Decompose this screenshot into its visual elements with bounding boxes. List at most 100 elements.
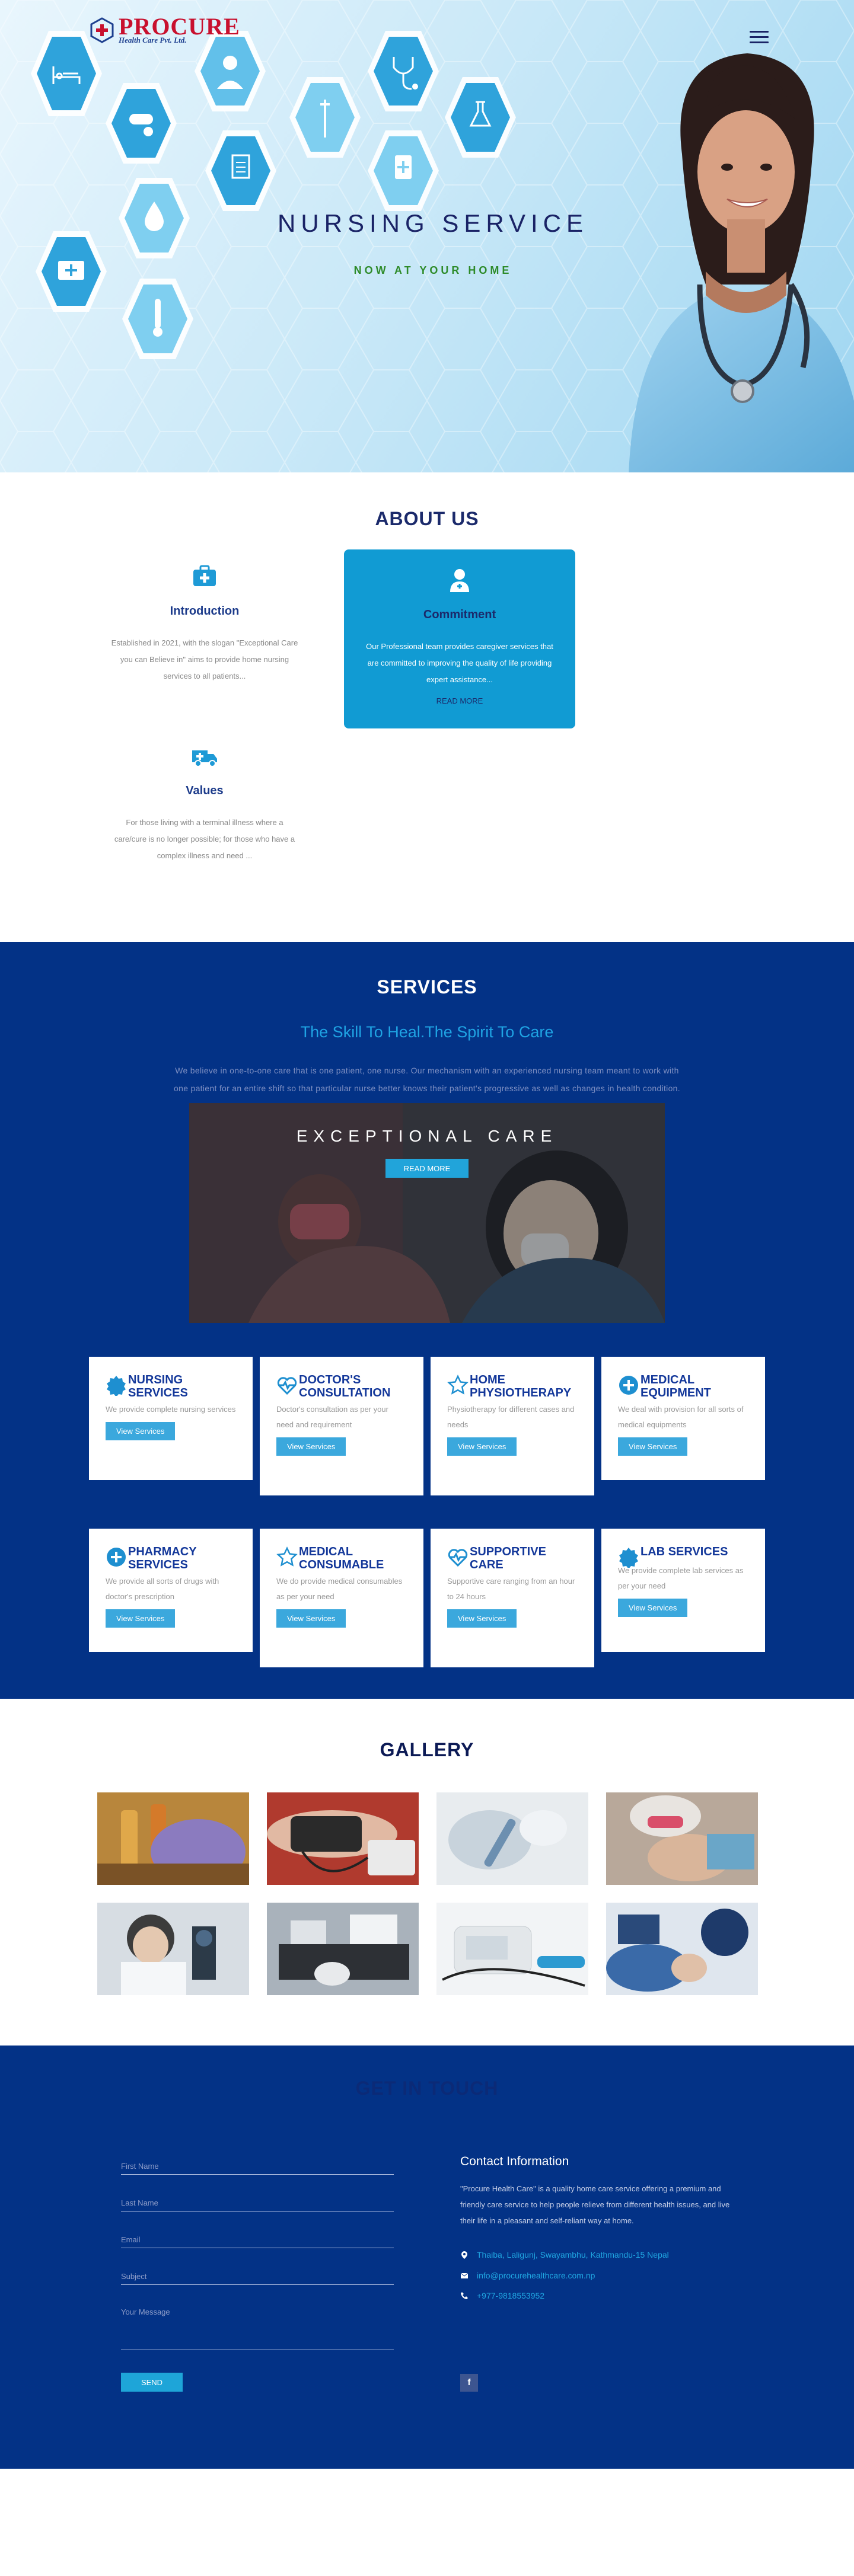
- service-card-supportive: SUPPORTIVE CARE Supportive care ranging …: [431, 1529, 594, 1667]
- gallery-image[interactable]: [606, 1792, 758, 1885]
- subject-field[interactable]: [121, 2268, 394, 2285]
- gallery-title: GALLERY: [380, 1739, 474, 1760]
- gallery-image[interactable]: [436, 1903, 588, 1995]
- contact-phone[interactable]: +977-9818553952: [460, 2291, 544, 2300]
- logo-mark-icon: [90, 17, 114, 43]
- service-card-equipment: MEDICAL EQUIPMENT We deal with provision…: [601, 1357, 765, 1480]
- facebook-icon[interactable]: f: [460, 2374, 478, 2392]
- services-description: We believe in one-to-one care that is on…: [136, 1062, 718, 1097]
- service-text: We provide complete nursing services: [106, 1405, 236, 1414]
- gallery-image[interactable]: [97, 1792, 249, 1885]
- address-text: Thaiba, Laligunj, Swayambhu, Kathmandu-1…: [477, 2250, 669, 2259]
- read-more-link[interactable]: READ MORE: [344, 696, 575, 705]
- exceptional-care-banner: EXCEPTIONAL CARE READ MORE: [189, 1103, 665, 1323]
- services-section: SERVICES The Skill To Heal.The Spirit To…: [0, 942, 854, 1699]
- view-services-button[interactable]: View Services: [447, 1609, 517, 1628]
- service-text: Supportive care ranging from an hour to …: [447, 1577, 575, 1601]
- heartbeat-icon: [448, 1549, 468, 1567]
- service-title: LAB SERVICES: [640, 1545, 728, 1558]
- contact-section: GET IN TOUCH SEND Contact Information "P…: [0, 2046, 854, 2469]
- ambulance-icon: [192, 750, 217, 767]
- service-card-lab: LAB SERVICES We provide complete lab ser…: [601, 1529, 765, 1652]
- logo[interactable]: PROCURE Health Care Pvt. Ltd.: [89, 15, 240, 45]
- service-text: We deal with provision for all sorts of …: [618, 1405, 744, 1429]
- about-card-introduction: Introduction Established in 2021, with t…: [89, 562, 320, 685]
- service-card-nursing: NURSING SERVICES We provide complete nur…: [89, 1357, 253, 1480]
- hero-title: NURSING SERVICE: [278, 209, 588, 237]
- last-name-input[interactable]: [121, 2195, 394, 2211]
- about-title: ABOUT US: [375, 508, 479, 529]
- services-description-line-1: We believe in one-to-one care that is on…: [175, 1066, 679, 1075]
- first-name-field[interactable]: [121, 2158, 394, 2175]
- about-card-text: For those living with a terminal illness…: [114, 818, 295, 860]
- service-card-pharmacy: PHARMACY SERVICES We provide all sorts o…: [89, 1529, 253, 1652]
- email-input[interactable]: [121, 2232, 394, 2248]
- nurse-photo: [629, 53, 854, 472]
- service-card-consumable: MEDICAL CONSUMABLE We do provide medical…: [260, 1529, 423, 1667]
- location-pin-icon: [461, 2251, 467, 2259]
- envelope-icon: [460, 2273, 469, 2278]
- view-services-button[interactable]: View Services: [618, 1437, 688, 1456]
- about-card-commitment: Commitment Our Professional team provide…: [344, 549, 575, 728]
- about-card-title: Introduction: [170, 605, 240, 618]
- view-services-button[interactable]: View Services: [106, 1609, 176, 1628]
- service-title: MEDICAL EQUIPMENT: [640, 1373, 711, 1399]
- medical-bag-icon: [193, 565, 216, 586]
- contact-info-title: Contact Information: [460, 2155, 569, 2168]
- star-icon: [276, 1546, 298, 1567]
- contact-title: GET IN TOUCH: [355, 2078, 499, 2099]
- message-input[interactable]: [121, 2304, 394, 2347]
- hero-subtitle: NOW AT YOUR HOME: [353, 264, 512, 276]
- star-icon: [447, 1375, 469, 1395]
- view-services-button[interactable]: View Services: [276, 1609, 346, 1628]
- gallery-image[interactable]: [267, 1792, 419, 1885]
- service-title: DOCTOR'S CONSULTATION: [299, 1373, 391, 1399]
- hero-section: PROCURE Health Care Pvt. Ltd. NURSING SE…: [0, 0, 854, 472]
- service-text: We provide all sorts of drugs with docto…: [106, 1577, 219, 1601]
- service-title: HOME PHYSIOTHERAPY: [470, 1373, 572, 1399]
- plus-circle-icon: [619, 1376, 638, 1395]
- banner-title: EXCEPTIONAL CARE: [296, 1127, 558, 1145]
- gallery-image[interactable]: [436, 1792, 588, 1885]
- gallery-image[interactable]: [97, 1903, 249, 1995]
- first-name-input[interactable]: [121, 2158, 394, 2174]
- service-card-doctor: DOCTOR'S CONSULTATION Doctor's consultat…: [260, 1357, 423, 1495]
- subject-input[interactable]: [121, 2268, 394, 2284]
- badge-icon: [107, 1376, 126, 1396]
- footer: [0, 2469, 854, 2575]
- phone-icon: [461, 2292, 468, 2299]
- service-title: NURSING SERVICES: [128, 1373, 188, 1399]
- contact-address: Thaiba, Laligunj, Swayambhu, Kathmandu-1…: [460, 2250, 669, 2259]
- view-services-button[interactable]: View Services: [106, 1422, 176, 1440]
- email-text[interactable]: info@procurehealthcare.com.np: [477, 2271, 595, 2280]
- last-name-field[interactable]: [121, 2195, 394, 2211]
- gallery-section: GALLERY: [0, 1699, 854, 2046]
- view-services-button[interactable]: View Services: [618, 1599, 688, 1617]
- about-card-title: Commitment: [423, 608, 496, 621]
- email-field[interactable]: [121, 2232, 394, 2248]
- nurse-person-icon: [450, 569, 469, 592]
- service-text: We do provide medical consumables as per…: [276, 1577, 403, 1601]
- send-button[interactable]: SEND: [121, 2373, 183, 2392]
- view-services-button[interactable]: View Services: [276, 1437, 346, 1456]
- contact-info-text: "Procure Health Care" is a quality home …: [460, 2184, 730, 2225]
- read-more-button[interactable]: READ MORE: [385, 1159, 469, 1178]
- message-field[interactable]: [121, 2304, 394, 2350]
- view-services-button[interactable]: View Services: [447, 1437, 517, 1456]
- services-tagline: The Skill To Heal.The Spirit To Care: [300, 1023, 554, 1041]
- gallery-image[interactable]: [606, 1903, 758, 1995]
- service-text: Doctor's consultation as per your need a…: [276, 1405, 388, 1429]
- about-section: ABOUT US Introduction Established in 202…: [0, 472, 854, 942]
- phone-text[interactable]: +977-9818553952: [477, 2291, 544, 2300]
- services-title: SERVICES: [377, 976, 477, 998]
- about-card-title: Values: [186, 784, 224, 797]
- service-title: MEDICAL CONSUMABLE: [299, 1545, 384, 1571]
- service-text: Physiotherapy for different cases and ne…: [447, 1405, 575, 1429]
- services-description-line-2: one patient for an entire shift so that …: [174, 1084, 680, 1093]
- gallery-image[interactable]: [267, 1903, 419, 1995]
- contact-email[interactable]: info@procurehealthcare.com.np: [460, 2271, 595, 2280]
- about-card-values: Values For those living with a terminal …: [89, 742, 320, 864]
- service-title: SUPPORTIVE CARE: [470, 1545, 546, 1571]
- brand-name: PROCURE: [119, 13, 240, 40]
- badge-icon: [619, 1548, 638, 1568]
